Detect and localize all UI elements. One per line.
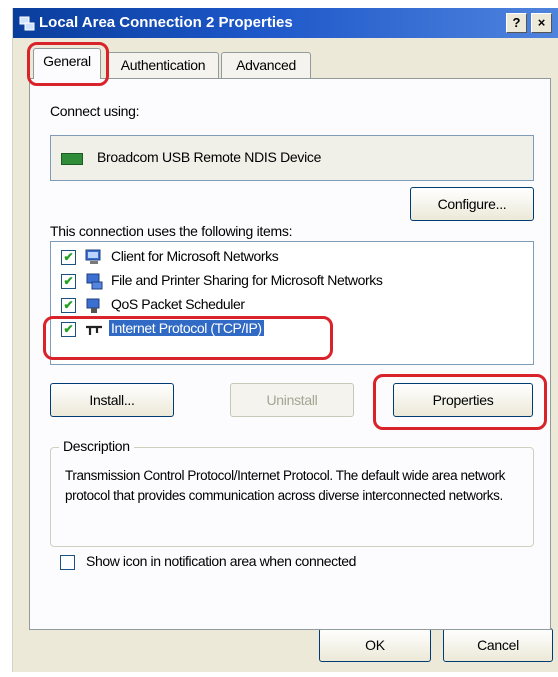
tab-advanced[interactable]: Advanced — [221, 52, 311, 78]
packet-scheduler-icon — [86, 298, 100, 313]
properties-button-highlight — [373, 374, 547, 430]
network-adapter-icon — [61, 153, 83, 165]
description-group: Description Transmission Control Protoco… — [50, 438, 534, 547]
device-name: Broadcom USB Remote NDIS Device — [97, 149, 322, 165]
network-connection-icon — [19, 16, 35, 31]
general-tab-highlight — [27, 42, 109, 86]
install-button[interactable]: Install... — [50, 383, 174, 417]
description-title: Description — [59, 438, 134, 454]
item-label: QoS Packet Scheduler — [111, 296, 245, 312]
item-checkbox[interactable]: ✔ — [61, 250, 76, 265]
show-icon-label: Show icon in notification area when conn… — [86, 553, 356, 569]
network-client-icon — [85, 249, 101, 264]
description-text: Transmission Control Protocol/Internet P… — [65, 468, 506, 503]
file-printer-sharing-icon — [86, 273, 103, 290]
tab-authentication[interactable]: Authentication — [107, 52, 219, 78]
window-title: Local Area Connection 2 Properties — [39, 14, 293, 31]
items-label: This connection uses the following items… — [50, 223, 293, 239]
show-icon-checkbox[interactable] — [60, 555, 75, 570]
help-button[interactable]: ? — [506, 13, 527, 33]
list-item[interactable]: ✔ QoS Packet Scheduler — [51, 294, 531, 318]
ok-button[interactable]: OK — [319, 628, 431, 662]
uninstall-button[interactable]: Uninstall — [230, 383, 354, 417]
list-item[interactable]: ✔ File and Printer Sharing for Microsoft… — [51, 270, 531, 294]
list-item[interactable]: ✔ Client for Microsoft Networks — [51, 246, 531, 270]
tcpip-item-highlight — [43, 316, 333, 360]
connect-using-label: Connect using: — [50, 103, 140, 119]
item-checkbox[interactable]: ✔ — [61, 274, 76, 289]
properties-dialog: Local Area Connection 2 Properties ? × G… — [12, 8, 558, 672]
item-label: Client for Microsoft Networks — [111, 248, 279, 264]
device-field: Broadcom USB Remote NDIS Device — [50, 135, 534, 181]
title-bar[interactable]: Local Area Connection 2 Properties ? × — [13, 8, 558, 38]
configure-button[interactable]: Configure... — [410, 187, 534, 221]
item-label: File and Printer Sharing for Microsoft N… — [111, 272, 383, 288]
cancel-button[interactable]: Cancel — [443, 628, 553, 662]
close-button[interactable]: × — [531, 13, 552, 33]
item-checkbox[interactable]: ✔ — [61, 298, 76, 313]
